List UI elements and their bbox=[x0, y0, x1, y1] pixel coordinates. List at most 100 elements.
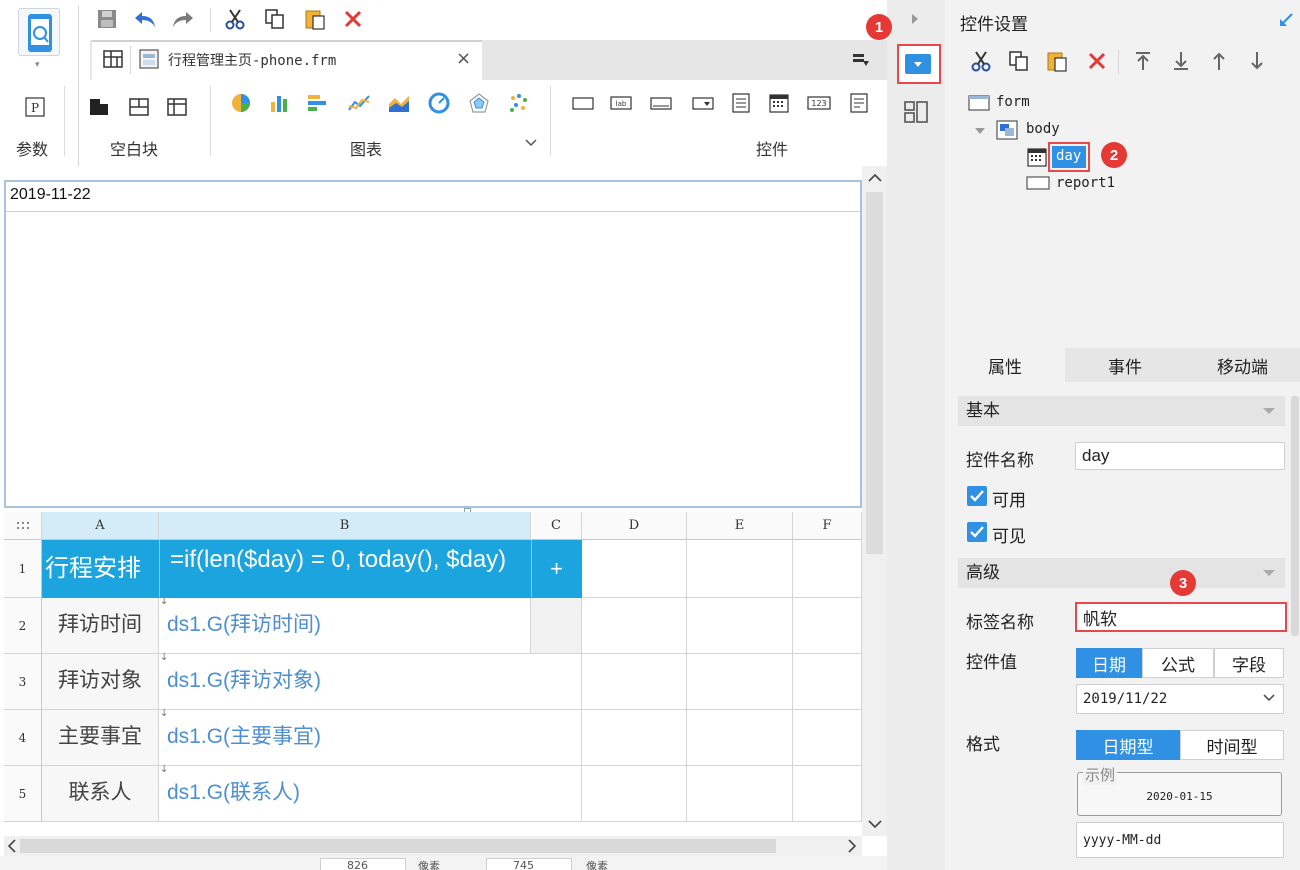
column-header-a[interactable]: A bbox=[42, 512, 159, 540]
number-widget-icon[interactable]: 123 bbox=[806, 90, 832, 116]
date-value-select[interactable]: 2019/11/22 bbox=[1076, 684, 1284, 714]
layout-panel-icon[interactable] bbox=[903, 100, 929, 124]
save-icon[interactable] bbox=[94, 6, 120, 32]
delete-icon[interactable] bbox=[340, 6, 366, 32]
move-to-top-icon[interactable] bbox=[1130, 48, 1156, 74]
column-header-f[interactable]: F bbox=[793, 512, 862, 540]
vertical-scroll-thumb[interactable] bbox=[866, 192, 883, 554]
column-header-b[interactable]: B bbox=[159, 512, 531, 540]
label-widget-icon[interactable]: lab bbox=[608, 90, 634, 116]
dock-arrow-icon[interactable] bbox=[1278, 12, 1294, 28]
format-mode-date[interactable]: 日期型 bbox=[1076, 730, 1180, 760]
tab-events[interactable]: 事件 bbox=[1065, 348, 1185, 382]
cell-d1[interactable] bbox=[582, 540, 687, 598]
button-widget-icon[interactable] bbox=[570, 90, 596, 116]
tab-list-icon[interactable] bbox=[852, 52, 870, 68]
cell-b5[interactable]: ds1.G(联系人) bbox=[159, 766, 582, 822]
pie-chart-icon[interactable] bbox=[228, 90, 254, 116]
cell-a2[interactable]: 拜访时间 bbox=[42, 598, 159, 654]
close-tab-button[interactable]: × bbox=[456, 48, 471, 69]
height-input[interactable]: 745 bbox=[486, 858, 572, 870]
copy-icon[interactable] bbox=[262, 6, 288, 32]
parameter-panel[interactable] bbox=[4, 180, 862, 508]
combo-widget-icon[interactable] bbox=[690, 90, 716, 116]
tree-node-day[interactable]: day bbox=[1056, 148, 1081, 164]
grid-corner[interactable] bbox=[4, 512, 42, 540]
width-input[interactable]: 826 bbox=[320, 858, 406, 870]
scatter-chart-icon[interactable] bbox=[506, 90, 532, 116]
chevron-down-icon[interactable] bbox=[1262, 692, 1276, 704]
cell-a5[interactable]: 联系人 bbox=[42, 766, 159, 822]
chevron-up-icon[interactable] bbox=[867, 172, 883, 184]
cell-f4[interactable] bbox=[793, 710, 862, 766]
text-widget-icon[interactable] bbox=[648, 90, 674, 116]
grid-layout-icon[interactable] bbox=[100, 46, 126, 72]
cell-e2[interactable] bbox=[687, 598, 793, 654]
chevron-right-icon[interactable] bbox=[846, 838, 858, 854]
chevron-down-icon[interactable] bbox=[867, 818, 883, 830]
row-header-4[interactable]: 4 bbox=[4, 710, 42, 766]
column-header-d[interactable]: D bbox=[582, 512, 687, 540]
chevron-down-icon[interactable] bbox=[524, 138, 538, 148]
cell-e3[interactable] bbox=[687, 654, 793, 710]
tree-expand-icon[interactable] bbox=[974, 126, 986, 136]
visible-checkbox[interactable] bbox=[967, 522, 987, 542]
cell-b1[interactable]: =if(len($day) = 0, today(), $day) bbox=[159, 540, 531, 598]
move-to-bottom-icon[interactable] bbox=[1168, 48, 1194, 74]
cell-d2[interactable] bbox=[582, 598, 687, 654]
horizontal-bar-chart-icon[interactable] bbox=[304, 90, 330, 116]
format-mode-time[interactable]: 时间型 bbox=[1180, 730, 1284, 760]
cell-f3[interactable] bbox=[793, 654, 862, 710]
gauge-chart-icon[interactable] bbox=[426, 90, 452, 116]
value-mode-formula[interactable]: 公式 bbox=[1142, 648, 1214, 678]
horizontal-scroll-thumb[interactable] bbox=[20, 839, 776, 853]
row-header-3[interactable]: 3 bbox=[4, 654, 42, 710]
list-widget-icon[interactable] bbox=[728, 90, 754, 116]
cell-f1[interactable] bbox=[793, 540, 862, 598]
value-mode-field[interactable]: 字段 bbox=[1214, 648, 1284, 678]
cell-e4[interactable] bbox=[687, 710, 793, 766]
value-mode-date[interactable]: 日期 bbox=[1076, 648, 1142, 678]
date-widget-icon[interactable] bbox=[766, 90, 792, 116]
move-down-icon[interactable] bbox=[1244, 48, 1270, 74]
tree-node-form[interactable]: form bbox=[996, 94, 1030, 110]
tag-name-input[interactable]: 帆软 bbox=[1075, 602, 1287, 632]
redo-icon[interactable] bbox=[170, 6, 196, 32]
expand-plus-button[interactable]: + bbox=[531, 540, 582, 598]
cell-b4[interactable]: ds1.G(主要事宜) bbox=[159, 710, 582, 766]
cell-f2[interactable] bbox=[793, 598, 862, 654]
parameter-panel-icon[interactable]: P bbox=[22, 94, 48, 120]
widget-name-input[interactable]: day bbox=[1075, 442, 1285, 470]
cell-a3[interactable]: 拜访对象 bbox=[42, 654, 159, 710]
tree-node-body[interactable]: body bbox=[1026, 121, 1060, 137]
mobile-template-icon[interactable] bbox=[18, 8, 60, 56]
text-area-widget-icon[interactable] bbox=[846, 90, 872, 116]
row-header-1[interactable]: 1 bbox=[4, 540, 42, 598]
collapse-arrow-icon[interactable] bbox=[910, 12, 920, 26]
tab-block-icon[interactable] bbox=[164, 94, 190, 120]
cell-d4[interactable] bbox=[582, 710, 687, 766]
absolute-block-icon[interactable] bbox=[86, 94, 112, 120]
paste-icon[interactable] bbox=[302, 6, 328, 32]
line-chart-icon[interactable] bbox=[346, 90, 372, 116]
date-parameter-field[interactable] bbox=[6, 182, 860, 212]
section-advanced[interactable]: 高级 bbox=[958, 558, 1285, 588]
copy-icon[interactable] bbox=[1006, 48, 1032, 74]
row-header-5[interactable]: 5 bbox=[4, 766, 42, 822]
cell-a1[interactable]: 行程安排 bbox=[42, 540, 159, 598]
cut-icon[interactable] bbox=[968, 48, 994, 74]
cell-e1[interactable] bbox=[687, 540, 793, 598]
cell-b3[interactable]: ds1.G(拜访对象) bbox=[159, 654, 582, 710]
column-header-c[interactable]: C bbox=[531, 512, 582, 540]
cut-icon[interactable] bbox=[222, 6, 248, 32]
tab-mobile[interactable]: 移动端 bbox=[1185, 348, 1300, 382]
cell-e5[interactable] bbox=[687, 766, 793, 822]
cell-b2[interactable]: ds1.G(拜访时间) bbox=[159, 598, 531, 654]
cell-d5[interactable] bbox=[582, 766, 687, 822]
property-scrollbar[interactable] bbox=[1291, 396, 1299, 636]
section-basic[interactable]: 基本 bbox=[958, 396, 1285, 426]
chevron-left-icon[interactable] bbox=[6, 838, 18, 854]
area-chart-icon[interactable] bbox=[386, 90, 412, 116]
enabled-checkbox[interactable] bbox=[967, 486, 987, 506]
cell-a4[interactable]: 主要事宜 bbox=[42, 710, 159, 766]
